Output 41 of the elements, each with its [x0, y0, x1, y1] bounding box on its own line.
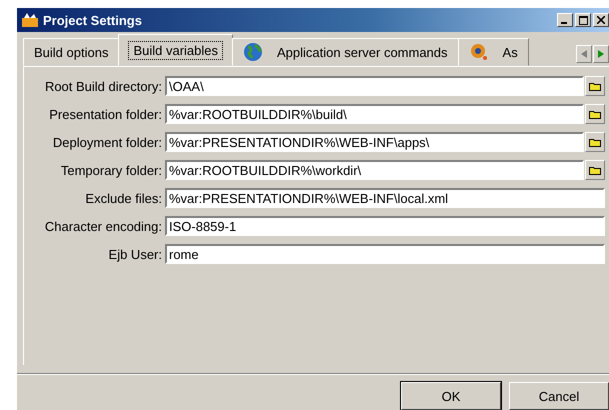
browse-button[interactable]: [585, 76, 605, 96]
dialog-button[interactable]: OK: [401, 382, 501, 410]
maximize-button[interactable]: [575, 13, 591, 27]
tab[interactable]: Application server commands: [232, 38, 459, 66]
input-field[interactable]: \OAA\: [165, 76, 584, 96]
minimize-button[interactable]: [557, 13, 573, 27]
input-field[interactable]: %var:PRESENTATIONDIR%\WEB-INF\local.xml: [165, 188, 605, 208]
toolbox-icon: [21, 12, 39, 28]
browse-button[interactable]: [585, 132, 605, 152]
field-label: Exclude files:: [84, 190, 163, 206]
globe-icon: [243, 42, 263, 62]
tab[interactable]: As: [458, 38, 529, 66]
field-label: Temporary folder:: [60, 162, 163, 178]
folder-icon: [589, 81, 601, 91]
scroll-left-button[interactable]: [576, 45, 592, 63]
dialog-button[interactable]: Cancel: [509, 382, 609, 410]
input-field[interactable]: %var:ROOTBUILDDIR%\build\: [165, 104, 584, 124]
tab[interactable]: Build options: [23, 38, 120, 66]
close-icon: [597, 16, 605, 24]
field-label: Presentation folder:: [48, 106, 163, 122]
input-field[interactable]: %var:PRESENTATIONDIR%\WEB-INF\apps\: [165, 132, 584, 152]
gear-icon: [468, 42, 489, 62]
tab[interactable]: Build variables: [118, 34, 233, 66]
field-label: Root Build directory:: [44, 78, 163, 94]
input-field[interactable]: %var:ROOTBUILDDIR%\workdir\: [165, 160, 584, 180]
field-label: Ejb User:: [108, 246, 163, 262]
right-arrow-icon: [598, 50, 604, 58]
browse-button[interactable]: [585, 104, 605, 124]
maximize-icon: [578, 16, 588, 24]
folder-icon: [589, 109, 601, 119]
field-label: Character encoding:: [44, 218, 163, 234]
folder-icon: [589, 137, 601, 147]
close-button[interactable]: [593, 13, 609, 27]
folder-icon: [589, 165, 601, 175]
left-arrow-icon: [581, 50, 587, 58]
input-field[interactable]: ISO-8859-1: [165, 216, 605, 236]
scroll-right-button[interactable]: [593, 45, 609, 63]
field-label: Deployment folder:: [52, 134, 163, 150]
browse-button[interactable]: [585, 160, 605, 180]
window-title: Project Settings: [43, 12, 143, 28]
input-field[interactable]: rome: [165, 244, 605, 264]
